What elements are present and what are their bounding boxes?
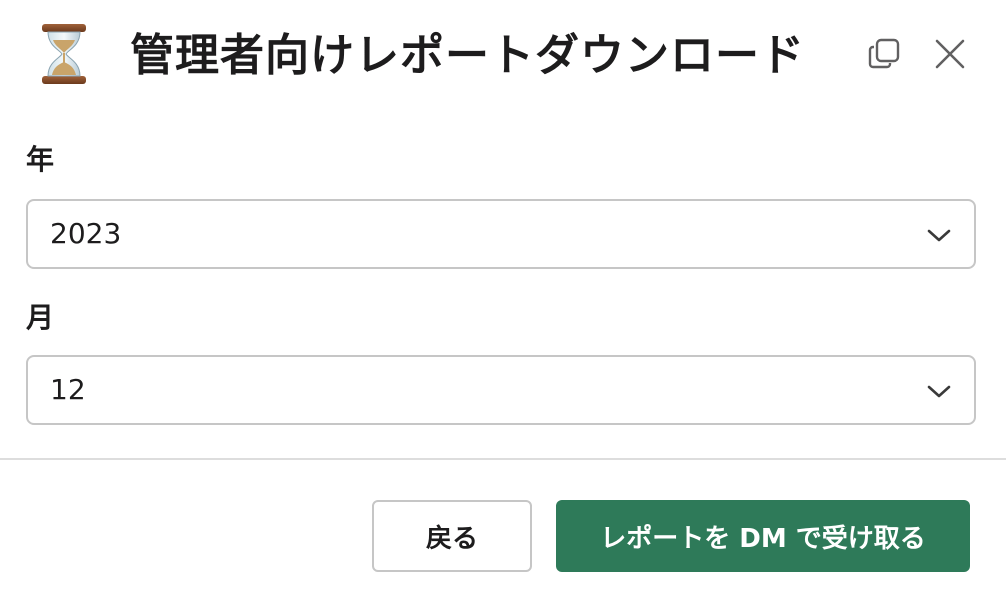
close-icon [935, 39, 965, 69]
year-label: 年 [26, 143, 55, 176]
receive-report-dm-button[interactable]: レポートを DM で受け取る [556, 500, 970, 572]
modal-title: 管理者向けレポートダウンロード [130, 30, 805, 81]
month-selected-value: 12 [50, 373, 86, 406]
back-button[interactable]: 戻る [372, 500, 532, 572]
month-select[interactable]: 12 [26, 355, 976, 425]
close-button[interactable] [930, 34, 970, 74]
copy-icon [868, 38, 900, 69]
report-download-modal: 管理者向けレポートダウンロード 年 2023 月 12 戻る レポートを DM … [0, 0, 1006, 600]
footer-divider [0, 458, 1006, 460]
hourglass-icon [36, 22, 92, 86]
chevron-down-icon [927, 385, 951, 398]
modal-header: 管理者向けレポートダウンロード [0, 0, 1006, 110]
chevron-down-icon [927, 229, 951, 242]
month-label: 月 [26, 301, 55, 334]
year-select[interactable]: 2023 [26, 199, 976, 269]
copy-button[interactable] [864, 34, 904, 74]
year-selected-value: 2023 [50, 217, 122, 250]
